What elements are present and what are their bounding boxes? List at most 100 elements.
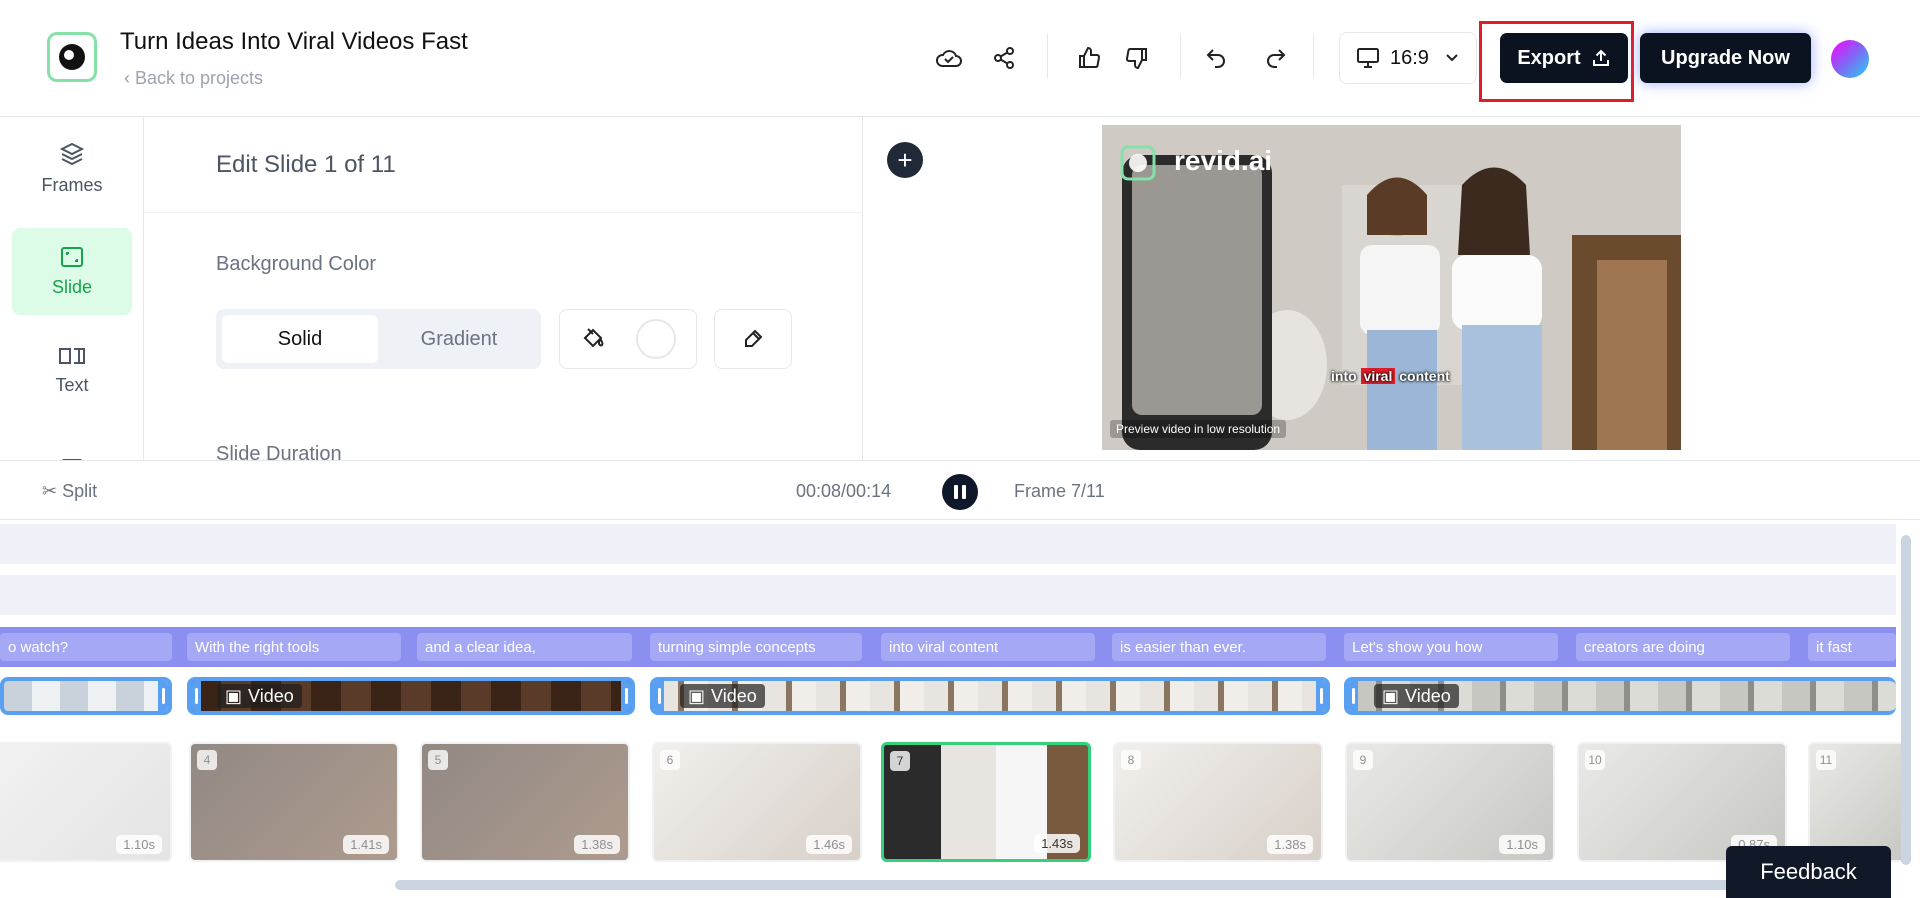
subtitle-chip[interactable]: and a clear idea, bbox=[417, 633, 632, 661]
thumbs-down-button[interactable] bbox=[1119, 40, 1155, 76]
timeline-vertical-scrollbar[interactable] bbox=[1901, 535, 1911, 865]
audio-track-1[interactable] bbox=[0, 524, 1896, 564]
frame-thumbnail[interactable]: 11 bbox=[1808, 742, 1908, 862]
clip-handle-right[interactable] bbox=[158, 681, 168, 711]
video-clip-label: ▣ Video bbox=[1374, 684, 1459, 708]
share-button[interactable] bbox=[986, 40, 1022, 76]
solid-option[interactable]: Solid bbox=[222, 315, 378, 363]
frame-thumbnail[interactable]: 8 1.38s bbox=[1113, 742, 1323, 862]
sidebar-item-media[interactable] bbox=[12, 422, 132, 460]
chevron-down-icon bbox=[1446, 54, 1458, 62]
subtitle-chip[interactable]: With the right tools bbox=[187, 633, 401, 661]
frame-thumbnail[interactable]: 6 1.46s bbox=[652, 742, 862, 862]
timeline-controls: ✂ Split 00:08/00:14 Frame 7/11 bbox=[0, 460, 1920, 520]
back-to-projects-link[interactable]: ‹ Back to projects bbox=[124, 68, 263, 89]
text-icon bbox=[59, 348, 85, 364]
export-button[interactable]: Export bbox=[1500, 33, 1628, 83]
divider bbox=[1047, 34, 1048, 78]
clip-handle-left[interactable] bbox=[191, 681, 201, 711]
time-readout: 00:08/00:14 bbox=[796, 481, 892, 501]
frame-thumbnail[interactable]: 4 1.41s bbox=[189, 742, 399, 862]
project-title[interactable]: Turn Ideas Into Viral Videos Fast bbox=[120, 28, 468, 56]
eyedropper-icon bbox=[745, 329, 763, 347]
pause-button[interactable] bbox=[942, 474, 978, 510]
add-element-button[interactable]: + bbox=[887, 142, 923, 178]
timeline-horizontal-scrollbar[interactable] bbox=[395, 880, 1875, 890]
frame-number: 10 bbox=[1585, 750, 1605, 770]
frame-duration: 1.10s bbox=[116, 835, 162, 854]
bg-type-toggle: Solid Gradient bbox=[216, 309, 541, 369]
subtitle-chip[interactable]: into viral content bbox=[881, 633, 1095, 661]
video-preview[interactable]: revid.ai into viral content Preview vide… bbox=[1102, 125, 1681, 450]
frame-number: 5 bbox=[428, 750, 448, 770]
pause-icon bbox=[954, 485, 958, 499]
redo-icon bbox=[1267, 49, 1286, 68]
eyedropper-button[interactable] bbox=[714, 309, 792, 369]
divider bbox=[1313, 34, 1314, 78]
play-box-icon: ▣ bbox=[1382, 685, 1400, 706]
frame-thumbnail[interactable]: 5 1.38s bbox=[420, 742, 630, 862]
subtitle-chip[interactable]: is easier than ever. bbox=[1112, 633, 1326, 661]
sidebar-item-slide[interactable]: Slide bbox=[12, 228, 132, 315]
frame-thumbnail-selected[interactable]: 7 1.43s bbox=[881, 742, 1091, 862]
frame-number: 8 bbox=[1121, 750, 1141, 770]
split-button[interactable]: ✂ Split bbox=[42, 481, 97, 502]
audio-track-2[interactable] bbox=[0, 575, 1896, 615]
clip-handle-left[interactable] bbox=[654, 681, 664, 711]
play-box-icon: ▣ bbox=[225, 685, 243, 706]
paint-bucket-icon bbox=[583, 328, 604, 348]
subtitle-chip[interactable]: creators are doing bbox=[1576, 633, 1790, 661]
preview-caption: into viral content bbox=[1331, 368, 1450, 384]
undo-button[interactable] bbox=[1198, 40, 1234, 76]
pause-icon-bar bbox=[962, 485, 966, 499]
video-clip-label: ▣ Video bbox=[217, 684, 302, 708]
low-resolution-note: Preview video in low resolution bbox=[1110, 420, 1287, 438]
aspect-ratio-select[interactable]: 16:9 bbox=[1339, 32, 1477, 84]
layers-icon bbox=[59, 142, 85, 166]
clip-handle-left[interactable] bbox=[1348, 681, 1358, 711]
frame-duration: 1.38s bbox=[574, 835, 620, 854]
subtitle-chip[interactable]: o watch? bbox=[0, 633, 172, 661]
scissors-icon: ✂ bbox=[42, 481, 58, 501]
sidebar-item-text[interactable]: Text bbox=[12, 327, 132, 414]
frame-thumbnail[interactable]: 10 0.87s bbox=[1577, 742, 1787, 862]
watermark: revid.ai bbox=[1174, 145, 1273, 176]
frame-number: 4 bbox=[197, 750, 217, 770]
frame-duration: 1.46s bbox=[806, 835, 852, 854]
share-icon bbox=[994, 47, 1014, 69]
thumbs-up-button[interactable] bbox=[1071, 40, 1107, 76]
thumbs-down-icon bbox=[1126, 48, 1147, 70]
video-clip[interactable]: ▣ Video bbox=[650, 677, 1330, 715]
frame-duration: 1.41s bbox=[343, 835, 389, 854]
feedback-button[interactable]: Feedback bbox=[1726, 846, 1891, 898]
user-avatar[interactable] bbox=[1831, 40, 1869, 78]
subtitle-chip[interactable]: Let's show you how bbox=[1344, 633, 1558, 661]
divider bbox=[145, 212, 862, 213]
sidebar-item-frames[interactable]: Frames bbox=[12, 125, 132, 212]
slide-duration-label: Slide Duration bbox=[216, 443, 342, 460]
cloud-saved-button[interactable] bbox=[931, 40, 967, 76]
redo-button[interactable] bbox=[1258, 40, 1294, 76]
clip-handle-right[interactable] bbox=[621, 681, 631, 711]
video-track: ▣ Video ▣ Video ▣ Video bbox=[0, 675, 1896, 717]
fill-color-picker[interactable] bbox=[559, 309, 697, 369]
app-logo-icon[interactable] bbox=[47, 32, 97, 82]
frame-duration: 1.10s bbox=[1499, 835, 1545, 854]
divider bbox=[1180, 34, 1181, 78]
clip-handle-right[interactable] bbox=[1316, 681, 1326, 711]
subtitle-chip[interactable]: turning simple concepts bbox=[650, 633, 862, 661]
monitor-icon bbox=[1357, 48, 1379, 68]
frame-number: 7 bbox=[890, 751, 910, 771]
upgrade-now-button[interactable]: Upgrade Now bbox=[1640, 33, 1811, 83]
frame-number: 9 bbox=[1353, 750, 1373, 770]
frame-thumbnail[interactable]: 1.10s bbox=[0, 742, 172, 862]
video-clip[interactable] bbox=[0, 677, 172, 715]
subtitle-chip[interactable]: it fast bbox=[1808, 633, 1896, 661]
video-clip[interactable]: ▣ Video bbox=[187, 677, 635, 715]
frame-thumbnail[interactable]: 9 1.10s bbox=[1345, 742, 1555, 862]
slide-icon bbox=[61, 247, 83, 267]
subtitle-track: o watch? With the right tools and a clea… bbox=[0, 627, 1896, 667]
frame-duration: 1.43s bbox=[1034, 834, 1080, 853]
video-clip[interactable]: ▣ Video bbox=[1344, 677, 1896, 715]
gradient-option[interactable]: Gradient bbox=[384, 315, 534, 363]
